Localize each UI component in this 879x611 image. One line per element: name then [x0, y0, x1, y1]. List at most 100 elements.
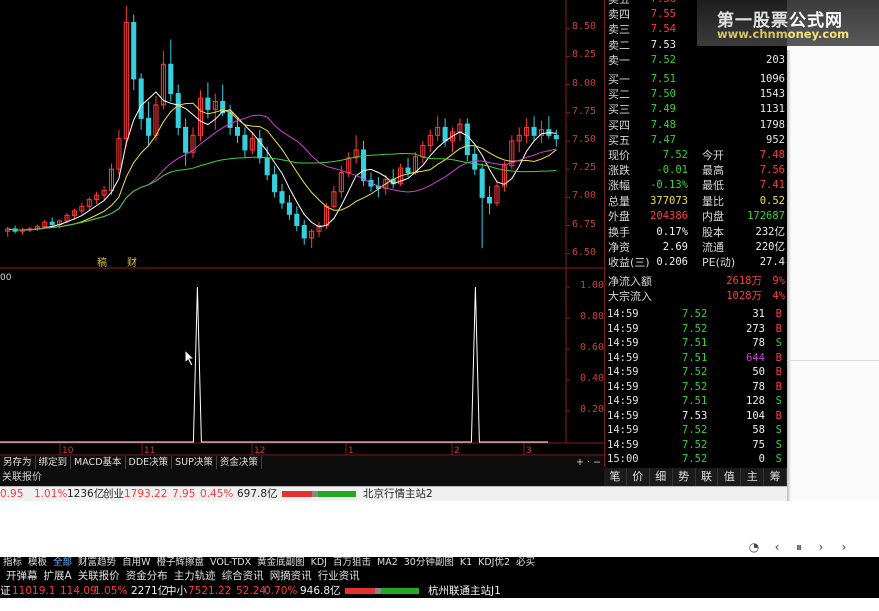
function-menu-item[interactable]: 主力轨迹	[171, 570, 219, 582]
function-menu-item[interactable]: 网摘资讯	[267, 570, 315, 582]
index-value: 11019.1	[12, 585, 56, 597]
ask-row: 卖一 7.52 203	[605, 53, 787, 68]
quote-tab[interactable]: 势	[673, 468, 696, 486]
breadth-bar-2	[345, 588, 419, 594]
tick-time: 14:59	[607, 337, 639, 349]
indicator-menu-item[interactable]: 自用W	[119, 557, 153, 568]
tick-row: 14:59 7.52 58 S	[604, 423, 787, 438]
ask-price: 7.56	[651, 0, 676, 7]
function-menu-item[interactable]: 综合资讯	[219, 570, 267, 582]
breadth-down-segment	[381, 588, 419, 594]
chart-canvas[interactable]: 00稿 财10 11 12 1 2 3	[0, 0, 604, 456]
stat-row: 现价 7.52 今开 7.48	[605, 148, 787, 163]
candle-body	[49, 221, 55, 225]
function-menu-item[interactable]: 扩展A	[41, 570, 75, 582]
price-tick-label: 6.75	[572, 218, 597, 230]
zoom-controls[interactable]: + · −	[573, 456, 604, 469]
toolbar-button[interactable]: MACD基本	[71, 456, 126, 469]
ask-label: 卖四	[608, 8, 630, 22]
quote-tabs: 笔价细势联值主筹	[604, 468, 787, 486]
quote-tab[interactable]: 主	[741, 468, 765, 486]
tick-volume: 78	[752, 380, 765, 393]
toolbar-button[interactable]: 另存为	[0, 456, 36, 469]
indicator-menu-item[interactable]: 橙子辉擦盘	[153, 557, 207, 568]
indicator-menu-item[interactable]: 30分钟副图	[401, 557, 457, 568]
function-menu-item[interactable]: 关联报价	[75, 570, 123, 582]
quote-tab[interactable]: 联	[696, 468, 719, 486]
price-tick-label: 8.00	[572, 77, 597, 89]
function-menu: 开弹幕扩展A关联报价资金分布主力轨迹综合资讯网摘资讯行业资讯 图文F10别边栏<…	[0, 569, 879, 584]
quote-tab[interactable]: 价	[627, 468, 650, 486]
time-label: 2	[454, 446, 460, 456]
stat-value: 377073	[650, 194, 688, 207]
stat-label-2: 股本	[702, 226, 724, 239]
pause-icon[interactable]: ⏸	[793, 541, 805, 553]
indicator-menu-item[interactable]: 指标	[0, 557, 25, 568]
quote-tab[interactable]: 值	[718, 468, 742, 486]
indicator-menu-item[interactable]: 必买	[513, 557, 538, 568]
function-menu-item[interactable]: 行业资讯	[315, 570, 363, 582]
bottom-status-bar: 证 11019.1 114.09 1.05% 2271亿 中小 7521.22 …	[0, 584, 879, 598]
indicator-menu-item[interactable]: 模板	[25, 557, 50, 568]
bid-volume: 1798	[759, 118, 785, 131]
indicator-menu-item[interactable]: 百万狙击	[330, 557, 374, 568]
index-amount: 2271亿	[131, 585, 169, 597]
tick-bs: B	[775, 366, 782, 378]
candle-body	[264, 157, 270, 176]
candle-body	[301, 225, 307, 239]
bid-price: 7.50	[650, 88, 676, 101]
quote-tab[interactable]: 筹	[764, 468, 787, 486]
tick-price: 7.52	[682, 453, 708, 465]
indicator-menu-item[interactable]: 财富趋势	[75, 557, 119, 568]
toolbar-button[interactable]: 绑定到	[36, 456, 72, 469]
indicator-menu-item[interactable]: K1	[457, 557, 475, 568]
chevron-left-icon[interactable]: ‹	[771, 541, 783, 553]
tick-bs: B	[775, 380, 782, 393]
bid-volume: 1131	[759, 103, 785, 116]
stat-label-2: PE(动)	[702, 256, 736, 270]
bid-label: 买五	[608, 133, 630, 147]
candle-body	[183, 126, 189, 153]
indicator-menu-item[interactable]: KDJ	[308, 557, 330, 568]
stat-label-2: 最高	[702, 164, 724, 178]
candle-body	[464, 123, 470, 155]
breadth-bar	[282, 491, 356, 497]
tick-price: 7.52	[682, 380, 708, 393]
tick-row: 14:59 7.52 75 S	[604, 438, 787, 453]
bid-row: 买一 7.51 1096	[605, 72, 787, 87]
stat-label: 涨跌	[608, 164, 630, 178]
bid-label: 买二	[608, 88, 630, 102]
price-tick-label: 7.25	[572, 162, 597, 174]
chevron-right-icon[interactable]: ›	[815, 541, 827, 553]
indicator-menu-item[interactable]: KDJ优2	[475, 557, 513, 568]
candle-body	[205, 97, 211, 110]
server-name-2[interactable]: 杭州联通主站J1	[428, 584, 501, 598]
quote-tab[interactable]: 笔	[604, 468, 627, 486]
tick-price: 7.52	[682, 438, 708, 451]
indicator-menu-item[interactable]: 全部	[50, 557, 75, 568]
indicator-menu-item[interactable]: VOL-TDX	[207, 557, 254, 568]
toolbar-button[interactable]: DDE决策	[126, 456, 173, 469]
stat-row: 收益(三) 0.206 PE(动) 27.4	[605, 255, 787, 270]
indicator-menu-item[interactable]: MA2	[374, 557, 401, 568]
assoc-quote-label[interactable]: 关联报价	[0, 472, 42, 483]
server-name[interactable]: 北京行情主站2	[363, 487, 433, 501]
flow-value: 2618万	[726, 275, 762, 287]
time-label: 11	[144, 446, 155, 456]
main-chart-window: 00 稿财 10 11 12 1 2 3 8.50 8.25 8.00 7.75 7.50 7.25 7.…	[0, 0, 787, 486]
bid-row: 买二 7.50 1543	[605, 87, 787, 102]
candle-body	[479, 168, 485, 198]
next-icon[interactable]: ›	[838, 541, 850, 553]
function-menu-item[interactable]: 开弹幕	[3, 570, 41, 582]
bid-label: 买三	[608, 103, 630, 117]
function-menu-item[interactable]: 资金分布	[123, 570, 171, 582]
toolbar-button[interactable]: SUP决策	[172, 456, 217, 469]
indicator-tick-label: 0.80	[580, 311, 605, 322]
index-change-pct: 1.05%	[94, 585, 128, 597]
quote-tab[interactable]: 细	[650, 468, 673, 486]
stat-row: 净资 2.69 流通 220亿	[605, 240, 787, 255]
index-change: 114.09	[60, 585, 97, 597]
status-bar: 0.95 1.01% 1236亿 创业 1793.22 7.95 0.45% 6…	[0, 486, 787, 501]
indicator-menu-item[interactable]: 黄金底副图	[254, 557, 308, 568]
toolbar-button[interactable]: 资金决策	[217, 456, 262, 469]
